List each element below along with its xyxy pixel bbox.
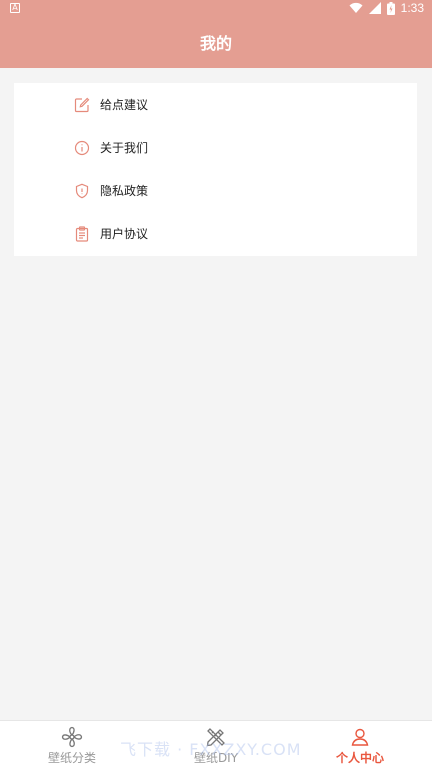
edit-icon (74, 97, 90, 113)
menu-item-about[interactable]: 关于我们 (14, 126, 417, 169)
user-icon (349, 726, 371, 748)
status-right: 1:33 (349, 1, 424, 15)
pinwheel-icon (61, 726, 83, 748)
status-left: A (10, 3, 20, 13)
info-icon (74, 140, 90, 156)
app-header: 我的 (0, 16, 432, 68)
nav-label: 个人中心 (335, 750, 384, 765)
signal-icon (368, 2, 381, 14)
menu-item-label: 给点建议 (100, 98, 149, 112)
nav-item-personal-center[interactable]: 个人中心 (288, 721, 432, 768)
nav-item-wallpaper-diy[interactable]: 壁纸DIY (144, 721, 288, 768)
page-title: 我的 (199, 34, 232, 53)
nav-label: 壁纸DIY (193, 750, 239, 765)
status-time: 1:33 (400, 1, 424, 15)
menu-item-privacy[interactable]: 隐私政策 (14, 169, 417, 212)
menu-card: 给点建议 关于我们 隐私政策 用户协议 (14, 83, 417, 256)
nav-item-wallpaper-categories[interactable]: 壁纸分类 (0, 721, 144, 768)
nav-label: 壁纸分类 (47, 750, 96, 765)
menu-item-label: 隐私政策 (100, 184, 149, 198)
menu-item-label: 关于我们 (100, 141, 149, 155)
menu-item-feedback[interactable]: 给点建议 (14, 83, 417, 126)
notification-icon: A (10, 3, 20, 13)
wifi-icon (349, 2, 363, 14)
pencil-ruler-icon (205, 726, 227, 748)
menu-item-label: 用户协议 (100, 227, 149, 241)
shield-icon (74, 183, 90, 199)
clipboard-icon (74, 225, 90, 242)
menu-item-agreement[interactable]: 用户协议 (14, 212, 417, 255)
battery-icon (386, 1, 395, 15)
bottom-nav: 壁纸分类 壁纸DIY 个人中心 (0, 720, 432, 768)
status-bar: A 1:33 (0, 0, 432, 16)
